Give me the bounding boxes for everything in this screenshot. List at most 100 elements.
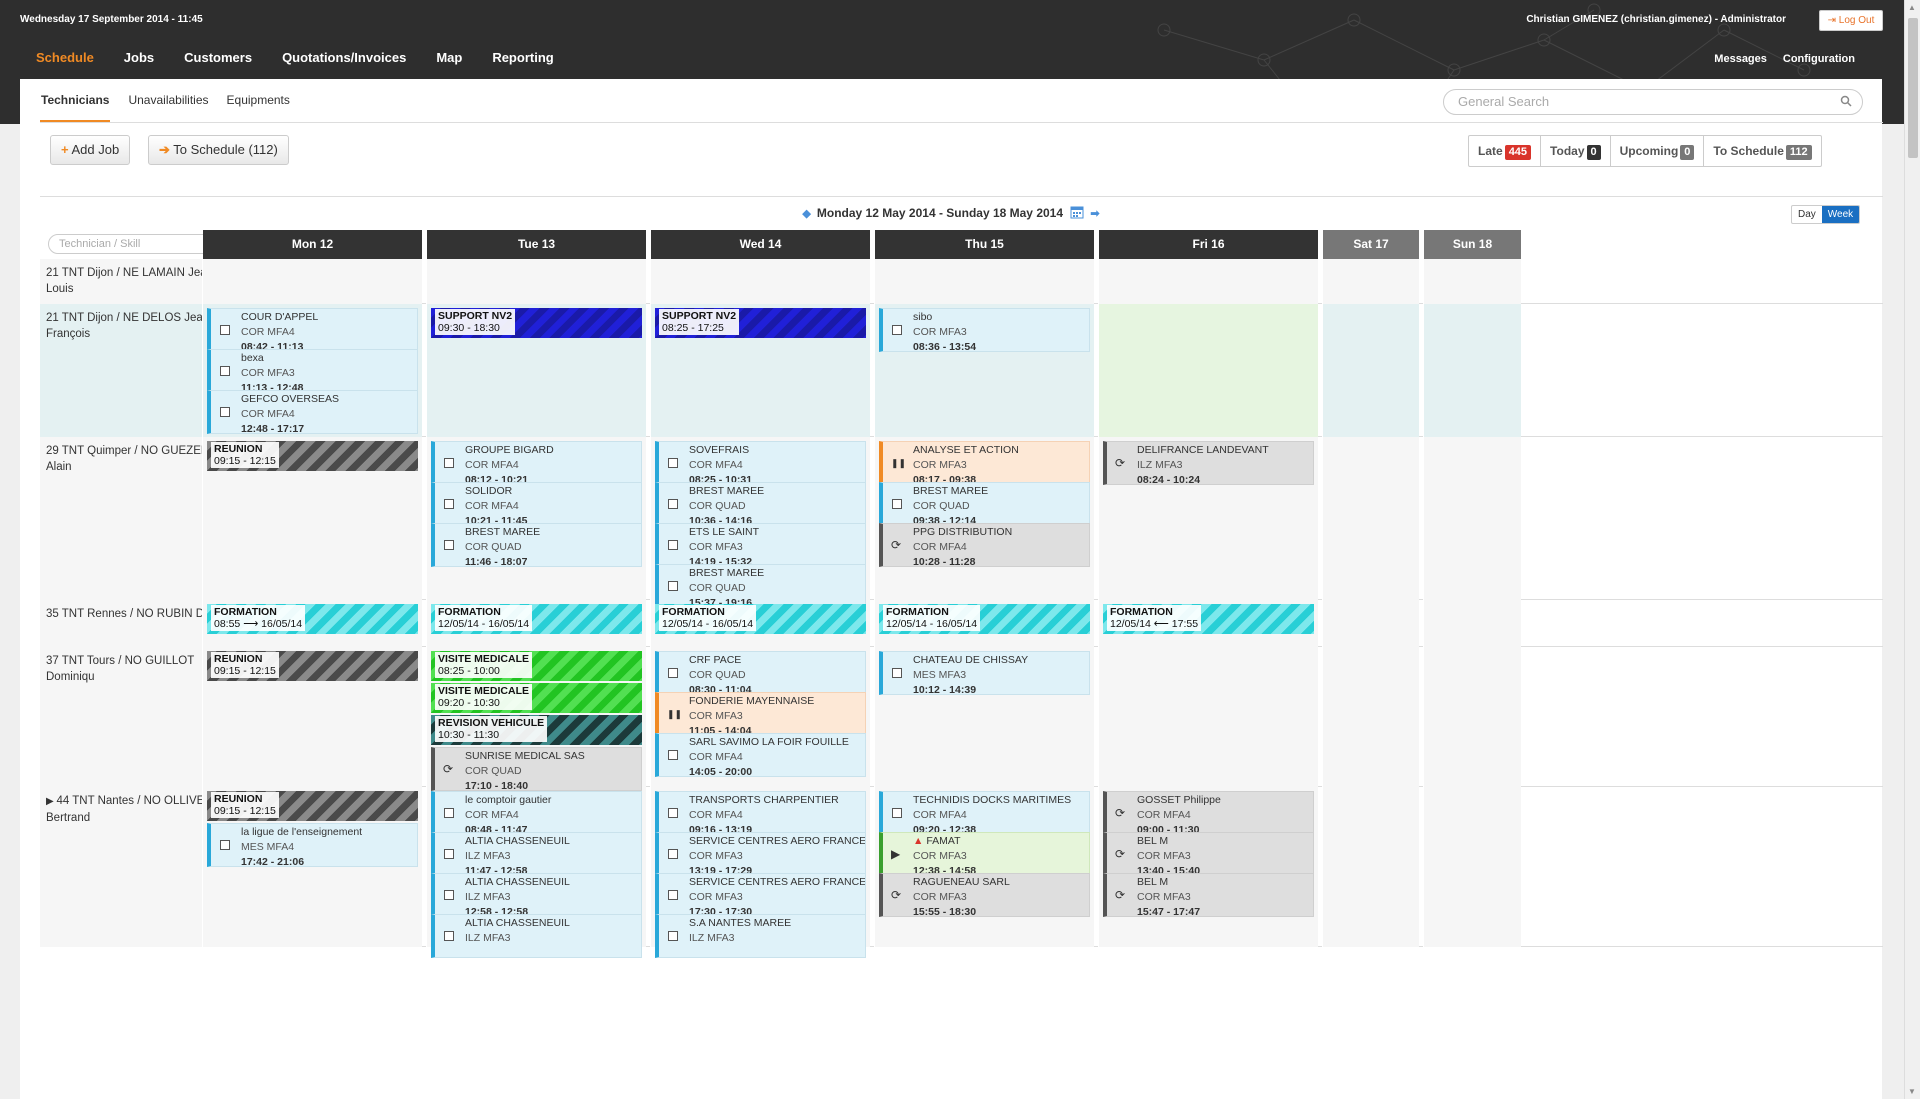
day-cell[interactable] (650, 259, 870, 304)
nav-jobs[interactable]: Jobs (124, 50, 154, 65)
job-checkbox[interactable] (892, 808, 902, 818)
day-cell[interactable] (1098, 259, 1318, 304)
job-checkbox[interactable] (444, 458, 454, 468)
play-icon[interactable]: ▶ (891, 848, 903, 860)
day-cell[interactable] (1322, 437, 1419, 600)
job-checkbox[interactable] (220, 840, 230, 850)
job-card[interactable]: SARL SAVIMO LA FOIR FOUILLE COR MFA4 14:05… (655, 733, 866, 777)
job-card[interactable]: BREST MAREE COR QUAD 15:37 - 19:16 (655, 564, 866, 608)
job-checkbox[interactable] (668, 890, 678, 900)
counter-today[interactable]: Today 0 (1541, 136, 1611, 166)
job-checkbox[interactable] (668, 750, 678, 760)
job-checkbox[interactable] (892, 325, 902, 335)
job-card[interactable]: GROUPE BIGARD COR MFA4 08:12 - 10:21 (431, 441, 642, 485)
absence-block[interactable]: FORMATION 12/05/14 - 16/05/14 (655, 604, 866, 634)
job-card[interactable]: sibo COR MFA3 08:36 - 13:54 (879, 308, 1090, 352)
pause-icon[interactable]: ❚❚ (891, 457, 906, 469)
next-week-icon[interactable]: ➡ (1090, 208, 1099, 220)
day-cell[interactable] (874, 259, 1094, 304)
job-card[interactable]: BREST MAREE COR QUAD 09:38 - 12:14 (879, 482, 1090, 526)
job-card[interactable]: SOVEFRAIS COR MFA4 08:25 - 10:31 (655, 441, 866, 485)
scroll-down-icon[interactable]: ▼ (1908, 1087, 1916, 1096)
job-card[interactable]: SERVICE CENTRES AERO FRANCE COR MFA3 17:30… (655, 873, 866, 917)
job-checkbox[interactable] (220, 407, 230, 417)
job-card[interactable]: ⟳ GOSSET Philippe COR MFA4 09:00 - 11:30 (1103, 791, 1314, 835)
job-checkbox[interactable] (444, 931, 454, 941)
job-card[interactable]: ⟳ DELIFRANCE LANDEVANT ILZ MFA3 08:24 - 10:… (1103, 441, 1314, 485)
nav-messages[interactable]: Messages (1714, 53, 1767, 65)
refresh-icon[interactable]: ⟳ (1115, 457, 1127, 469)
job-card[interactable]: GEFCO OVERSEAS COR MFA4 12:48 - 17:17 (207, 390, 418, 434)
job-card[interactable]: ⟳ SUNRISE MEDICAL SAS COR QUAD 17:10 - 18:4… (431, 747, 642, 791)
job-card[interactable]: BREST MAREE COR QUAD 10:36 - 14:16 (655, 482, 866, 526)
refresh-icon[interactable]: ⟳ (1115, 848, 1127, 860)
refresh-icon[interactable]: ⟳ (1115, 807, 1127, 819)
previous-week-icon[interactable]: ◆ (802, 208, 810, 220)
absence-block[interactable]: FORMATION 08:55 ⟶ 16/05/14 (207, 604, 418, 634)
to-schedule-button[interactable]: ➔ To Schedule (112) (148, 135, 289, 165)
nav-reporting[interactable]: Reporting (492, 50, 553, 65)
day-cell[interactable] (1098, 647, 1318, 787)
day-cell[interactable] (1423, 647, 1521, 787)
nav-configuration[interactable]: Configuration (1783, 53, 1855, 65)
absence-block[interactable]: REUNION 09:15 - 12:15 (207, 651, 418, 681)
job-checkbox[interactable] (892, 499, 902, 509)
day-cell[interactable] (1322, 304, 1419, 437)
job-card[interactable]: ⟳ BEL M COR MFA3 15:47 - 17:47 (1103, 873, 1314, 917)
counter-upcoming[interactable]: Upcoming 0 (1611, 136, 1705, 166)
job-card[interactable]: bexa COR MFA3 11:13 - 12:48 (207, 349, 418, 393)
add-job-button[interactable]: + Add Job (50, 135, 131, 165)
job-checkbox[interactable] (668, 808, 678, 818)
absence-block[interactable]: REUNION 09:15 - 12:15 (207, 791, 418, 821)
job-checkbox[interactable] (668, 668, 678, 678)
page-scrollbar[interactable]: ▲ ▼ (1904, 0, 1920, 1099)
day-cell[interactable] (202, 259, 422, 304)
absence-block[interactable]: FORMATION 12/05/14 - 16/05/14 (431, 604, 642, 634)
counter-to-schedule[interactable]: To Schedule 112 (1704, 136, 1820, 166)
absence-block[interactable]: FORMATION 12/05/14 ⟵ 17:55 (1103, 604, 1314, 634)
nav-map[interactable]: Map (436, 50, 462, 65)
job-card[interactable]: ▶ ▲ FAMAT COR MFA3 12:38 - 14:58 (879, 832, 1090, 876)
nav-customers[interactable]: Customers (184, 50, 252, 65)
absence-block[interactable]: REVISION VEHICULE 10:30 - 11:30 (431, 715, 642, 745)
day-cell[interactable] (1423, 259, 1521, 304)
refresh-icon[interactable]: ⟳ (891, 539, 903, 551)
counter-late[interactable]: Late 445 (1469, 136, 1542, 166)
day-cell[interactable] (1423, 304, 1521, 437)
job-checkbox[interactable] (444, 808, 454, 818)
job-card[interactable]: ❚❚ ANALYSE ET ACTION COR MFA3 08:17 - 09:38 (879, 441, 1090, 485)
tab-equipments[interactable]: Equipments (227, 79, 290, 123)
job-checkbox[interactable] (444, 849, 454, 859)
day-cell[interactable] (1322, 600, 1419, 647)
day-cell[interactable] (1322, 787, 1419, 947)
view-week-button[interactable]: Week (1821, 206, 1860, 223)
absence-block[interactable]: FORMATION 12/05/14 - 16/05/14 (879, 604, 1090, 634)
job-card[interactable]: le comptoir gautier COR MFA4 08:48 - 11:47 (431, 791, 642, 835)
job-card[interactable]: ⟳ BEL M COR MFA3 13:40 - 15:40 (1103, 832, 1314, 876)
refresh-icon[interactable]: ⟳ (443, 763, 455, 775)
day-cell[interactable] (1322, 259, 1419, 304)
job-checkbox[interactable] (220, 325, 230, 335)
job-checkbox[interactable] (444, 890, 454, 900)
nav-quotations-invoices[interactable]: Quotations/Invoices (282, 50, 406, 65)
job-card[interactable]: la ligue de l'enseignement MES MFA4 17:42 … (207, 823, 418, 867)
job-checkbox[interactable] (668, 540, 678, 550)
pause-icon[interactable]: ❚❚ (667, 708, 682, 720)
job-card[interactable]: ⟳ PPG DISTRIBUTION COR MFA4 10:28 - 11:28 (879, 523, 1090, 567)
refresh-icon[interactable]: ⟳ (1115, 889, 1127, 901)
job-checkbox[interactable] (668, 458, 678, 468)
job-checkbox[interactable] (444, 499, 454, 509)
day-cell[interactable] (1423, 787, 1521, 947)
job-checkbox[interactable] (668, 849, 678, 859)
job-card[interactable]: TRANSPORTS CHARPENTIER COR MFA4 09:16 - 13… (655, 791, 866, 835)
absence-block[interactable]: VISITE MEDICALE 09:20 - 10:30 (431, 683, 642, 713)
job-card[interactable]: CRF PACE COR QUAD 08:30 - 11:04 (655, 651, 866, 695)
job-checkbox[interactable] (444, 540, 454, 550)
nav-schedule[interactable]: Schedule (36, 50, 94, 65)
job-card[interactable]: SERVICE CENTRES AERO FRANCE COR MFA3 13:19… (655, 832, 866, 876)
view-day-button[interactable]: Day (1792, 206, 1822, 223)
search-icon[interactable] (1840, 95, 1852, 107)
scroll-up-icon[interactable]: ▲ (1908, 3, 1916, 12)
job-card[interactable]: SOLIDOR COR MFA4 10:21 - 11:45 (431, 482, 642, 526)
job-checkbox[interactable] (668, 499, 678, 509)
